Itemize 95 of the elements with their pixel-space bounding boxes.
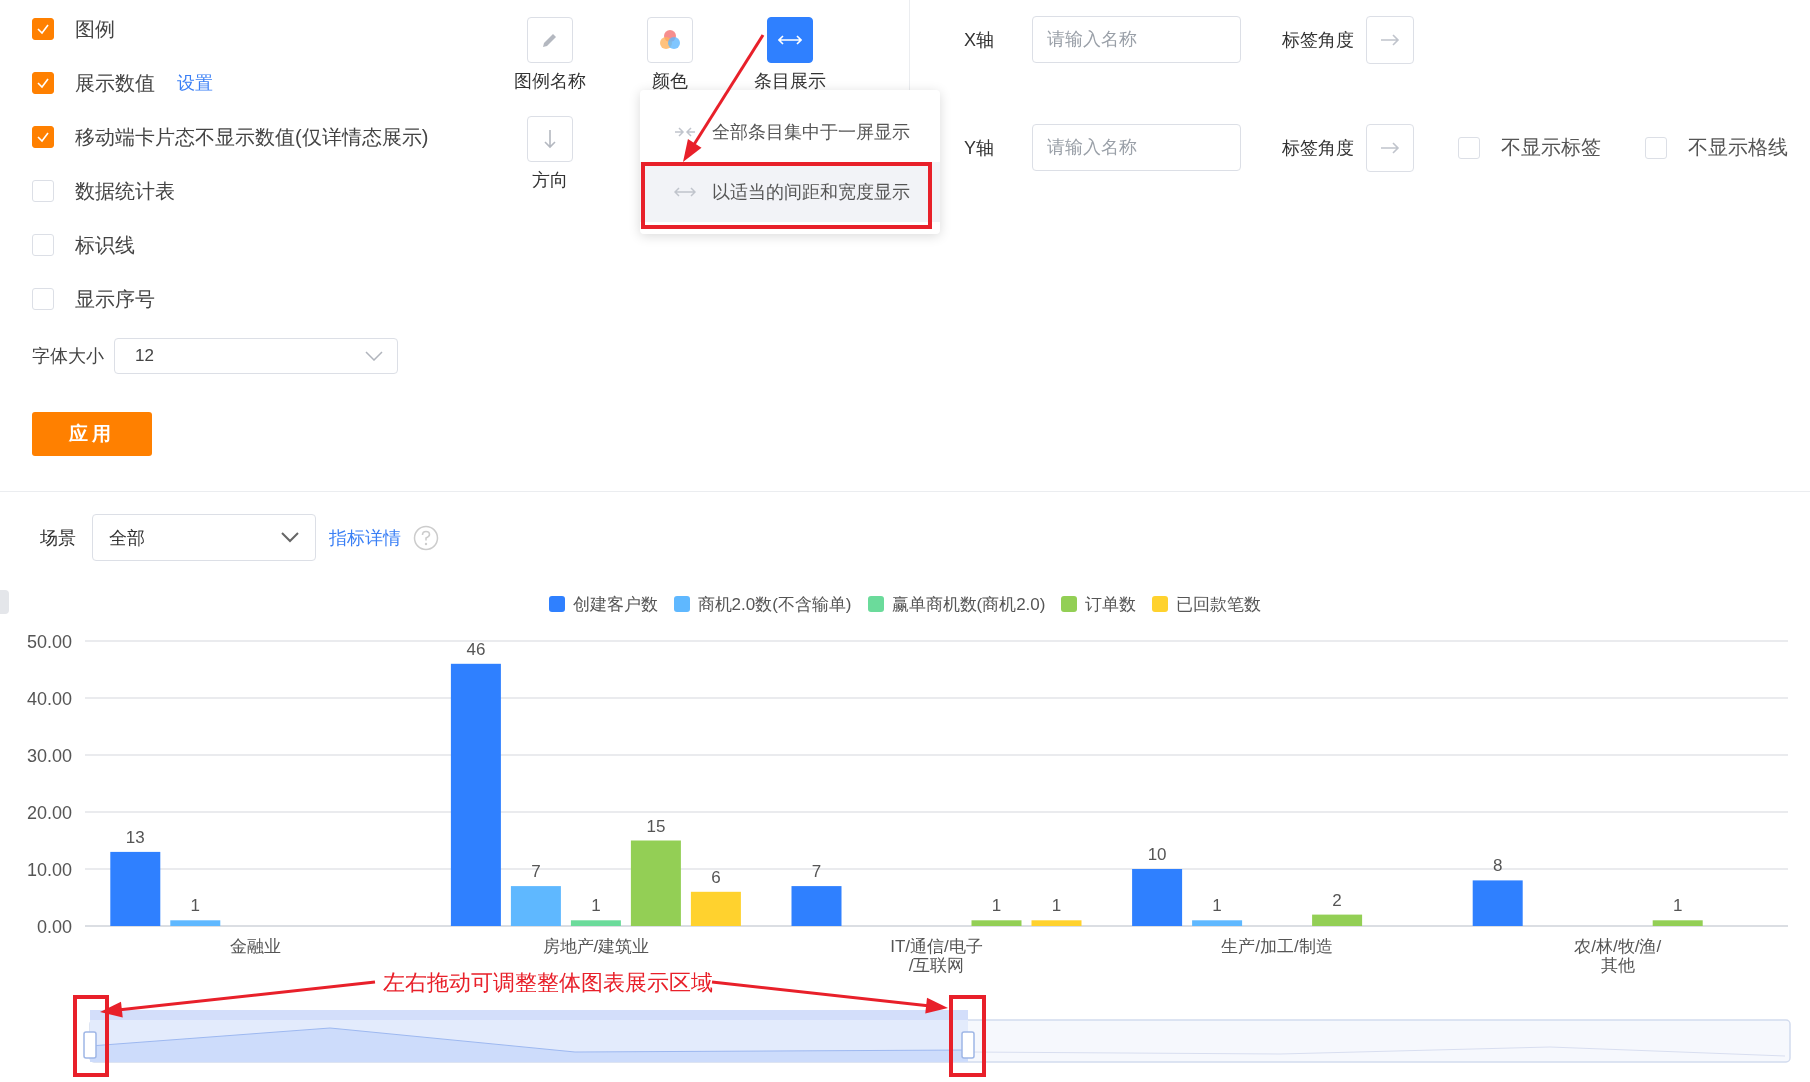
checkbox[interactable] (32, 72, 54, 94)
arrows-outward-icon (674, 186, 696, 198)
bar-value-label: 8 (1492, 856, 1503, 876)
font-size-label: 字体大小 (32, 345, 104, 368)
checkbox-label: 显示序号 (75, 286, 155, 312)
legend-label[interactable]: 赢单商机数(商机2.0) (891, 592, 1046, 616)
bar-value-label: 6 (711, 867, 721, 887)
side-handle[interactable] (0, 590, 9, 614)
slider-handle[interactable] (961, 1031, 975, 1059)
label-angle-button[interactable] (1366, 15, 1414, 64)
axis-label: Y轴 (964, 136, 995, 160)
menu-item[interactable]: 以适当的间距和宽度显示 (640, 162, 940, 222)
bar-value-label: 1 (1672, 896, 1683, 916)
legend-label[interactable]: 商机2.0数(不含输单) (697, 592, 852, 616)
scene-label: 场景 (40, 526, 76, 550)
axis-label: X轴 (964, 28, 995, 52)
y-axis-label: 50.00 (26, 632, 72, 652)
tool-label: 图例名称 (514, 70, 586, 93)
metric-details-link[interactable]: 指标详情 (329, 525, 401, 550)
bar-value-label: 15 (646, 816, 666, 836)
bar (1652, 920, 1703, 926)
checkbox-label: 数据统计表 (75, 178, 175, 204)
direction-button[interactable] (527, 116, 573, 162)
font-size-select[interactable]: 12 (114, 338, 398, 374)
swap-arrows-icon (778, 34, 802, 46)
chevron-down-icon (281, 532, 299, 543)
y-axis-label: 30.00 (26, 746, 72, 766)
bar (1132, 869, 1183, 926)
data-zoom-slider[interactable] (89, 1010, 1791, 1063)
chevron-down-icon (365, 351, 383, 361)
slider-handle[interactable] (83, 1031, 97, 1059)
swap-button[interactable] (767, 17, 813, 63)
check-icon (36, 22, 50, 36)
y-axis-label: 0.00 (36, 917, 72, 937)
tool-label: 方向 (532, 169, 568, 192)
bar (1312, 914, 1363, 926)
bar (1192, 920, 1243, 926)
bar-value-label: 1 (1212, 896, 1222, 916)
bar (570, 920, 621, 926)
checkbox-label: 不显示标签 (1501, 135, 1601, 160)
arrow-right-icon (1380, 33, 1400, 46)
check-icon (36, 76, 50, 90)
pencil-button[interactable] (527, 17, 573, 63)
legend-label[interactable]: 订单数 (1085, 592, 1137, 616)
x-axis-label: 生产/加工/制造 (1221, 937, 1333, 956)
checkbox-label: 标识线 (75, 232, 135, 258)
check-icon (36, 130, 50, 144)
bar (1472, 880, 1523, 926)
bar-value-label: 10 (1147, 845, 1167, 864)
tool-label: 条目展示 (754, 70, 826, 93)
y-axis-label: 40.00 (26, 689, 72, 709)
bar-value-label: 7 (531, 862, 541, 882)
tool-label: 颜色 (652, 70, 688, 93)
x-axis-label: 金融业 (229, 937, 281, 956)
checkbox-label: 不显示格线 (1688, 135, 1788, 160)
bar-value-label: 1 (1051, 896, 1062, 916)
y-axis-label: 10.00 (26, 860, 72, 880)
arrow-down-icon (543, 129, 557, 149)
label-angle-label: 标签角度 (1282, 136, 1354, 160)
checkbox-label: 图例 (75, 16, 115, 42)
bar-value-label: 1 (991, 896, 1002, 916)
bar (510, 886, 561, 926)
checkbox-label: 展示数值 (75, 70, 155, 96)
x-axis-label: 农/林/牧/渔/ 其他 (1574, 937, 1662, 975)
bar (971, 920, 1022, 926)
settings-link[interactable]: 设置 (177, 71, 213, 95)
bar-value-label: 13 (125, 827, 145, 847)
x-axis-label: IT/通信/电子 /互联网 (890, 937, 983, 975)
x-axis-label: 房地产/建筑业 (542, 937, 650, 956)
bar-value-label: 46 (466, 639, 486, 659)
checkbox-label: 移动端卡片态不显示数值(仅详情态展示) (75, 124, 429, 150)
color-button[interactable] (647, 17, 693, 63)
bar-value-label: 2 (1332, 890, 1342, 910)
checkbox[interactable] (32, 126, 54, 148)
arrows-inward-icon (674, 126, 696, 138)
axis-name-field[interactable]: 请输入名称 (1032, 124, 1241, 171)
bar (170, 920, 221, 926)
legend-label[interactable]: 已回款笔数 (1176, 592, 1262, 616)
bar-value-label: 1 (591, 896, 601, 916)
bar-value-label: 7 (811, 862, 822, 882)
y-axis-label: 20.00 (26, 803, 72, 823)
menu-item[interactable]: 全部条目集中于一屏显示 (640, 102, 940, 162)
bar (791, 886, 842, 926)
help-icon[interactable] (413, 524, 439, 551)
checkbox[interactable] (32, 18, 54, 40)
bar (690, 891, 741, 926)
label-angle-button[interactable] (1366, 123, 1414, 172)
axis-name-field[interactable]: 请输入名称 (1032, 16, 1241, 63)
bar (1031, 920, 1082, 926)
arrow-right-icon (1380, 141, 1400, 154)
annotation-text: 左右拖动可调整整体图表展示区域 (383, 970, 713, 995)
scene-select[interactable]: 全部 (92, 514, 316, 561)
bar-value-label: 1 (190, 896, 201, 916)
label-angle-label: 标签角度 (1282, 28, 1354, 52)
legend-label[interactable]: 创建客户数 (572, 592, 658, 616)
